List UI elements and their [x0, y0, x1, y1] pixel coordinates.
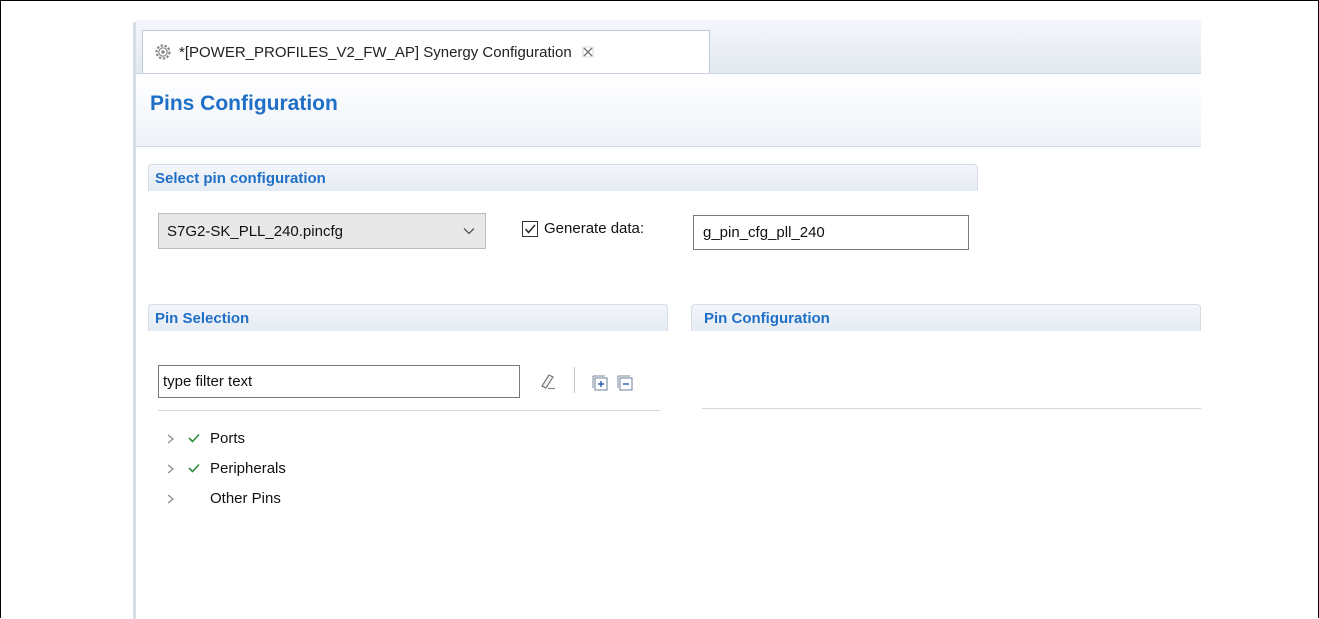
generate-data-label: Generate data: [544, 220, 645, 237]
checkmark-icon [188, 433, 200, 443]
eraser-icon[interactable] [539, 372, 557, 390]
close-icon[interactable] [582, 46, 594, 58]
pin-selection-divider [158, 410, 660, 411]
tree-item-label: Peripherals [210, 460, 286, 477]
select-pin-config-section: Select pin configuration [148, 164, 978, 191]
pin-configuration-divider [702, 408, 1201, 409]
generate-data-field[interactable]: g_pin_cfg_pll_240 [693, 215, 969, 250]
checkmark-icon [188, 463, 200, 473]
chevron-right-icon[interactable] [166, 493, 175, 505]
chevron-right-icon[interactable] [166, 463, 175, 475]
synergy-config-editor: *[POWER_PROFILES_V2_FW_AP] Synergy Confi… [136, 20, 1201, 619]
toolbar-separator [574, 367, 575, 393]
gear-icon [155, 44, 171, 60]
section-title: Pin Configuration [704, 310, 830, 327]
section-title: Select pin configuration [155, 170, 326, 187]
editor-tab-bar: *[POWER_PROFILES_V2_FW_AP] Synergy Confi… [136, 20, 1201, 74]
pin-config-combo[interactable]: S7G2-SK_PLL_240.pincfg [158, 213, 486, 249]
page-title: Pins Configuration [150, 92, 338, 115]
collapse-all-icon[interactable] [616, 374, 634, 392]
pin-selection-section: Pin Selection [148, 304, 668, 331]
generate-data-checkbox[interactable] [522, 221, 538, 237]
tree-item-label: Ports [210, 430, 246, 447]
expand-all-icon[interactable] [591, 374, 609, 392]
checkmark-icon [524, 224, 536, 234]
editor-tab-title: *[POWER_PROFILES_V2_FW_AP] Synergy Confi… [179, 43, 572, 61]
chevron-down-icon [463, 228, 475, 235]
chevron-right-icon[interactable] [166, 433, 175, 445]
editor-tab[interactable]: *[POWER_PROFILES_V2_FW_AP] Synergy Confi… [142, 30, 710, 73]
tree-item-label: Other Pins [210, 490, 281, 507]
filter-input[interactable]: type filter text [158, 365, 520, 398]
pin-configuration-section: Pin Configuration [691, 304, 1201, 331]
section-title: Pin Selection [155, 310, 250, 327]
page-header: Pins Configuration [136, 74, 1201, 147]
pin-config-value: S7G2-SK_PLL_240.pincfg [167, 223, 343, 240]
